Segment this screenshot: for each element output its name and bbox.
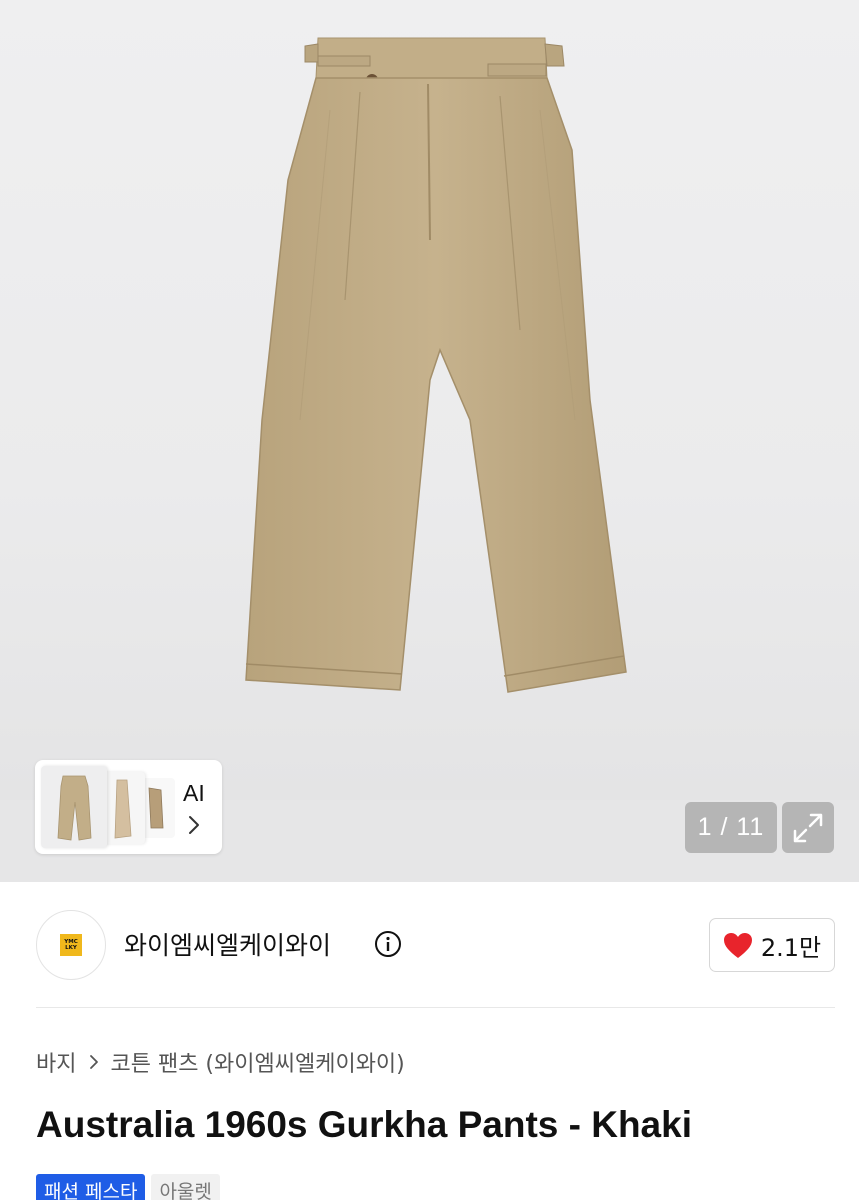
breadcrumb: 바지 코튼 팬츠 (와이엠씨엘케이와이): [36, 1046, 405, 1078]
shop-name[interactable]: 와이엠씨엘케이와이: [124, 926, 331, 962]
shop-row: YMC LKY 와이엠씨엘케이와이 2.1만: [0, 882, 859, 1010]
like-button[interactable]: 2.1만: [709, 918, 835, 972]
pants-front-thumbnail[interactable]: [41, 766, 107, 848]
tag-fashion-festa[interactable]: 패션 페스타: [36, 1174, 146, 1200]
shop-logo[interactable]: YMC LKY: [36, 910, 106, 980]
divider: [36, 1007, 835, 1008]
like-count: 2.1만: [760, 933, 822, 962]
info-icon[interactable]: [374, 930, 402, 958]
image-counter: 1 / 11: [685, 802, 777, 853]
thumbnail-stack: [41, 766, 181, 848]
product-title: Australia 1960s Gurkha Pants - Khaki: [36, 1104, 692, 1145]
ai-label: AI: [183, 780, 205, 806]
logo-text-line2: LKY: [65, 945, 77, 951]
chevron-right-icon: [88, 1053, 100, 1071]
product-tags: 패션 페스타 아울렛: [36, 1174, 220, 1200]
pants-side-thumbnail[interactable]: [103, 772, 145, 844]
heart-icon: [723, 932, 752, 958]
product-gallery[interactable]: AI 1 / 11: [0, 0, 859, 882]
shop-logo-mark: YMC LKY: [60, 934, 82, 956]
tag-outlet[interactable]: 아울렛: [151, 1174, 220, 1200]
product-image[interactable]: [0, 0, 859, 800]
chevron-right-icon: [189, 816, 199, 834]
breadcrumb-category[interactable]: 바지: [36, 1046, 76, 1078]
ai-thumbnail-card[interactable]: AI: [35, 760, 222, 854]
expand-icon: [793, 813, 823, 842]
expand-button[interactable]: [782, 802, 834, 853]
breadcrumb-subcategory[interactable]: 코튼 팬츠 (와이엠씨엘케이와이): [110, 1046, 404, 1078]
